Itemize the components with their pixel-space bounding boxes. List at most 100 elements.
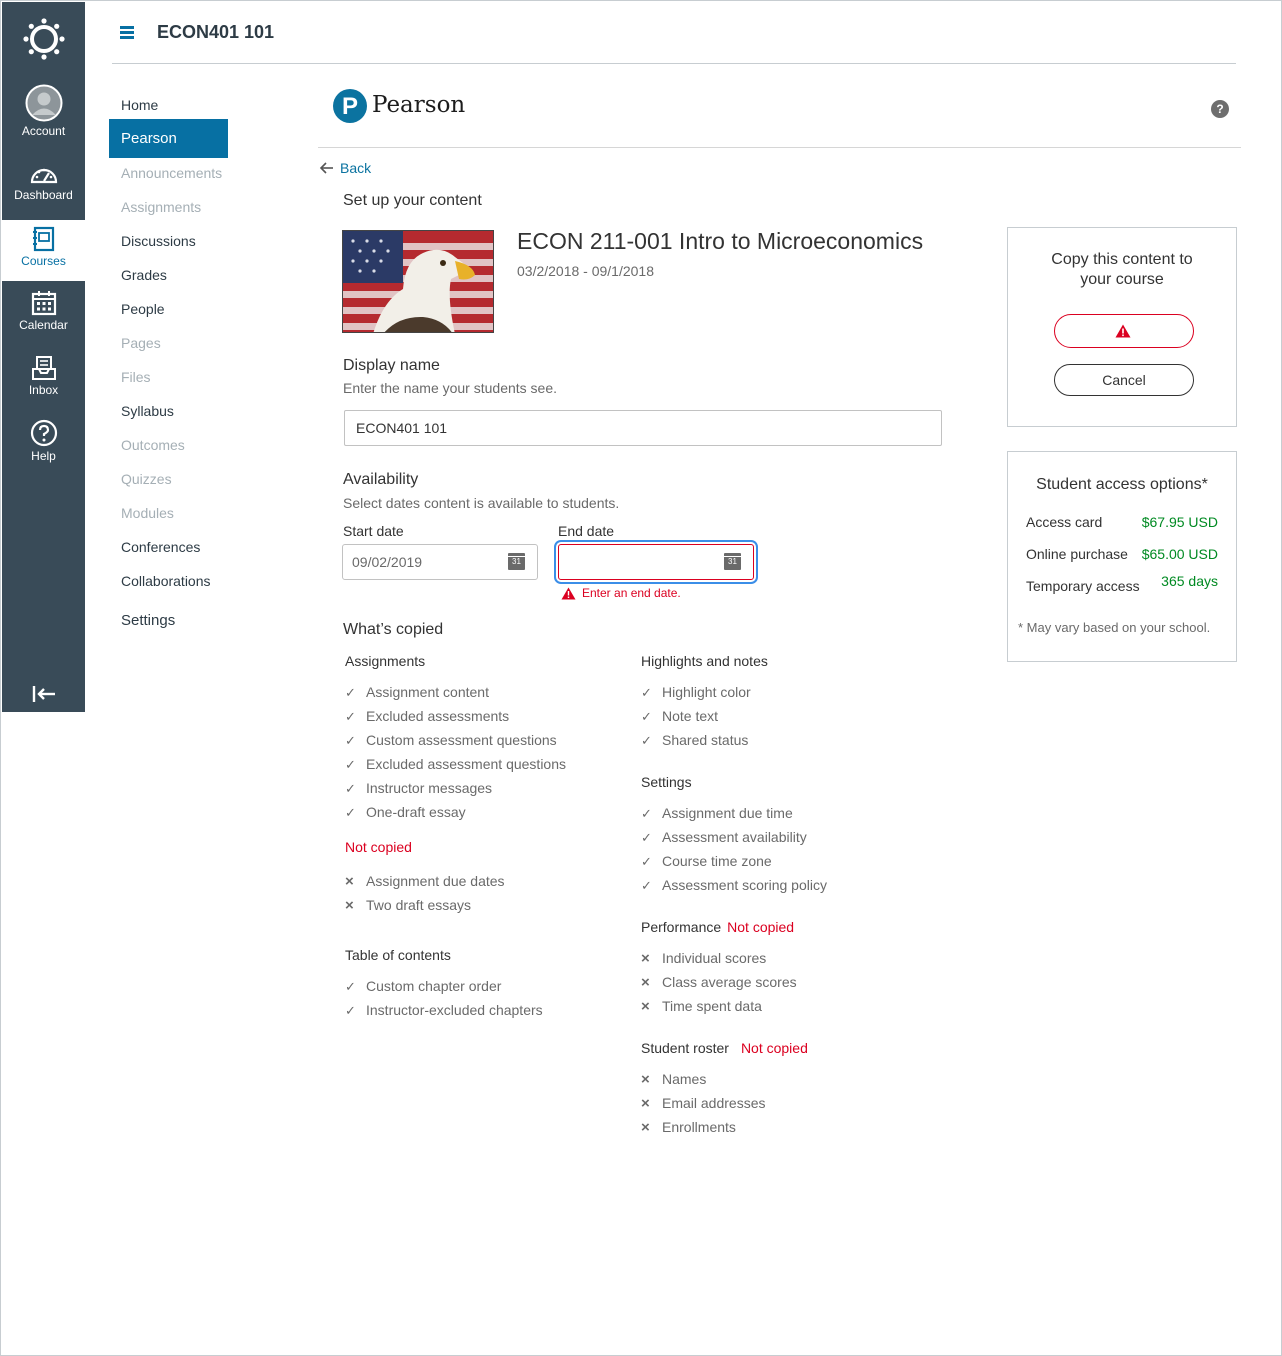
nav-inbox[interactable]: Inbox: [2, 355, 85, 397]
availability-heading: Availability: [343, 471, 419, 488]
product-thumbnail: [342, 230, 494, 333]
course-nav-settings[interactable]: Settings: [121, 612, 175, 629]
access-option-price: $65.00 USD: [1141, 546, 1218, 562]
list-item: ✓ Instructor messages: [345, 780, 493, 796]
course-nav-announcements: Announcements: [121, 165, 223, 181]
nav-courses-label: Courses: [21, 254, 66, 268]
end-date-error: Enter an end date.: [561, 586, 681, 600]
check-icon: ✓: [641, 878, 652, 893]
calendar-icon: [31, 291, 56, 316]
canvas-logo[interactable]: [2, 18, 85, 60]
list-item: ✓ Assignment content: [345, 684, 489, 700]
product-dates: 03/2/2018 - 09/1/2018: [517, 263, 655, 279]
access-option-row: Access card $67.95 USD: [1026, 514, 1218, 530]
calendar-picker-icon[interactable]: 31: [724, 553, 741, 570]
question-icon[interactable]: ?: [1211, 100, 1229, 118]
canvas-logo-icon: [22, 18, 65, 60]
check-icon: ✓: [641, 854, 652, 869]
start-date-value: 09/02/2019: [352, 554, 423, 570]
course-nav-pearson[interactable]: Pearson: [109, 119, 228, 158]
copy-content-panel: Copy this content to your course Cancel: [1007, 227, 1237, 427]
course-nav-conferences[interactable]: Conferences: [121, 539, 200, 555]
list-item: × Enrollments: [641, 1119, 736, 1136]
not-copied-label: Not copied: [740, 1040, 808, 1056]
course-nav-collaborations[interactable]: Collaborations: [121, 573, 211, 589]
warning-icon: [1115, 324, 1131, 338]
header-divider: [112, 63, 1236, 64]
list-item: ✓ Assessment availability: [641, 829, 807, 845]
list-item: ✓ Highlight color: [641, 684, 751, 700]
list-item: × Two draft essays: [345, 897, 472, 914]
course-title: ECON401 101: [157, 22, 275, 42]
course-nav-syllabus[interactable]: Syllabus: [121, 403, 174, 419]
list-item: ✓ Excluded assessments: [345, 708, 510, 724]
access-options-panel: Student access options* Access card $67.…: [1007, 451, 1237, 662]
course-nav-grades[interactable]: Grades: [121, 267, 167, 283]
check-icon: ✓: [641, 709, 652, 724]
nav-inbox-label: Inbox: [28, 383, 59, 397]
product-title: ECON 211-001 Intro to Microeconomics: [517, 228, 924, 254]
course-nav-people[interactable]: People: [121, 301, 165, 317]
end-date-label: End date: [558, 523, 615, 539]
check-icon: ✓: [641, 830, 652, 845]
access-options-title: Student access options*: [1036, 476, 1208, 493]
back-link[interactable]: Back: [319, 160, 371, 176]
roster-group-title: Student roster Not copied: [641, 1040, 808, 1056]
check-icon: ✓: [345, 781, 356, 796]
list-item: ✓ Assignment due time: [641, 805, 793, 821]
course-nav-discussions[interactable]: Discussions: [121, 233, 196, 249]
svg-text:P: P: [342, 93, 358, 120]
hamburger-menu-icon[interactable]: [120, 26, 134, 40]
course-nav-quizzes: Quizzes: [121, 471, 172, 487]
x-icon: ×: [641, 1119, 650, 1136]
collapse-nav-button[interactable]: [2, 684, 85, 704]
cancel-button[interactable]: Cancel: [1054, 364, 1194, 396]
availability-sub: Select dates content is available to stu…: [343, 495, 620, 511]
end-date-input[interactable]: 31: [558, 544, 754, 580]
nav-help-label: Help: [31, 449, 56, 463]
course-nav-outcomes: Outcomes: [121, 437, 185, 453]
x-icon: ×: [345, 897, 354, 914]
collapse-arrow-icon: [32, 686, 55, 702]
pearson-wordmark: Pearson: [372, 92, 466, 118]
course-nav-files: Files: [121, 369, 151, 385]
start-date-input[interactable]: 09/02/2019 31: [342, 544, 538, 580]
list-item: × Time spent data: [641, 998, 762, 1015]
list-item: × Assignment due dates: [345, 873, 505, 890]
display-name-heading: Display name: [343, 357, 440, 374]
setup-heading: Set up your content: [343, 192, 482, 209]
list-item: × Individual scores: [641, 950, 767, 967]
course-nav-modules: Modules: [121, 505, 174, 521]
access-options-note: * May vary based on your school.: [1018, 620, 1211, 635]
access-option-row: Online purchase $65.00 USD: [1026, 546, 1218, 562]
check-icon: ✓: [345, 979, 356, 994]
list-item: × Class average scores: [641, 974, 797, 991]
avatar-icon: [25, 84, 62, 122]
calendar-picker-icon[interactable]: 31: [508, 553, 525, 570]
check-icon: ✓: [345, 709, 356, 724]
display-name-sub: Enter the name your students see.: [343, 380, 558, 396]
nav-courses[interactable]: Courses: [2, 220, 85, 281]
pearson-header-divider: [318, 147, 1241, 148]
x-icon: ×: [641, 998, 650, 1015]
course-nav-home[interactable]: Home: [121, 97, 158, 113]
check-icon: ✓: [641, 806, 652, 821]
access-option-price: $67.95 USD: [1141, 514, 1218, 530]
copy-button[interactable]: [1054, 314, 1194, 348]
list-item: × Names: [641, 1071, 707, 1088]
list-item: × Email addresses: [641, 1095, 766, 1112]
nav-calendar[interactable]: Calendar: [2, 290, 85, 332]
nav-dashboard-label: Dashboard: [14, 188, 73, 202]
display-name-input[interactable]: ECON401 101: [344, 410, 942, 446]
list-item: ✓ Custom chapter order: [345, 978, 502, 994]
nav-dashboard[interactable]: Dashboard: [2, 162, 85, 202]
toc-group-title: Table of contents: [345, 947, 451, 963]
inbox-icon: [31, 356, 56, 380]
nav-account[interactable]: Account: [2, 84, 85, 138]
check-icon: ✓: [345, 1003, 356, 1018]
pearson-logo-icon: P: [333, 89, 367, 123]
settings-group-title: Settings: [641, 774, 692, 790]
not-copied-label: Not copied: [345, 839, 412, 855]
x-icon: ×: [641, 1095, 650, 1112]
nav-help[interactable]: Help: [2, 419, 85, 463]
